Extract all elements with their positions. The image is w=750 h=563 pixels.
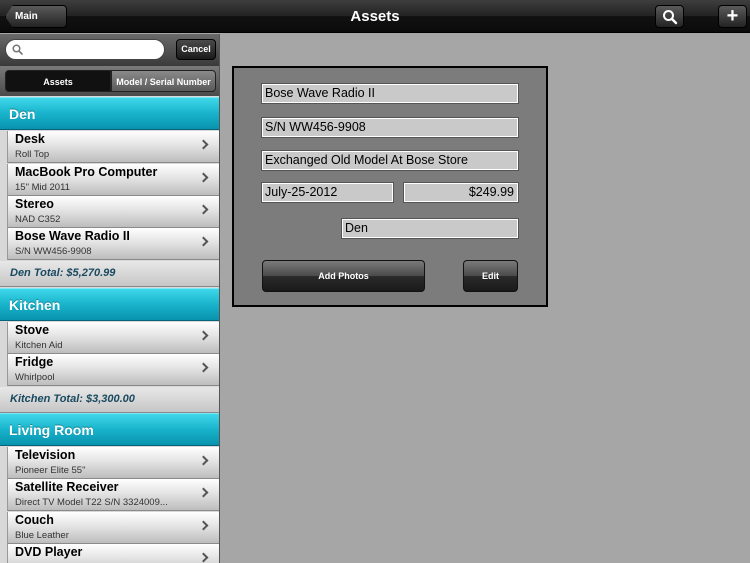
- item-title: Fridge: [15, 355, 54, 369]
- item-subtitle: Pioneer Elite 55": [15, 465, 86, 476]
- notes-field[interactable]: Exchanged Old Model At Bose Store: [261, 150, 519, 171]
- search-input[interactable]: [5, 39, 165, 60]
- item-title: Satellite Receiver: [15, 480, 119, 494]
- main-menu-back-button[interactable]: Main Menu: [5, 5, 67, 28]
- total-label: Kitchen Total: $3,300.00: [10, 393, 135, 405]
- item-subtitle: NAD C352: [15, 214, 61, 225]
- item-title: DVD Player: [15, 545, 83, 559]
- asset-detail-panel: Bose Wave Radio II S/N WW456-9908 Exchan…: [232, 66, 548, 307]
- list-item[interactable]: Couch Blue Leather: [7, 512, 219, 544]
- chevron-right-icon: [198, 330, 209, 341]
- section-header-kitchen: Kitchen: [0, 288, 219, 321]
- item-title: Television: [15, 448, 76, 462]
- asset-list-sidebar: Cancel Assets Model / Serial Number Den …: [0, 34, 220, 563]
- serial-number-field[interactable]: S/N WW456-9908: [261, 117, 519, 138]
- list-item[interactable]: Desk Roll Top: [7, 131, 219, 163]
- item-title: Bose Wave Radio II: [15, 229, 130, 243]
- item-title: Stereo: [15, 197, 54, 211]
- chevron-right-icon: [198, 520, 209, 531]
- item-title: Desk: [15, 132, 45, 146]
- chevron-right-icon: [198, 204, 209, 215]
- item-subtitle: Whirlpool: [15, 372, 55, 383]
- item-subtitle: S/N WW456-9908: [15, 246, 92, 257]
- section-header-living-room: Living Room: [0, 413, 219, 446]
- section-total-kitchen: Kitchen Total: $3,300.00: [0, 387, 219, 413]
- list-item[interactable]: Bose Wave Radio II S/N WW456-9908: [7, 228, 219, 260]
- location-field[interactable]: Den: [341, 218, 519, 239]
- item-title: Couch: [15, 513, 54, 527]
- chevron-right-icon: [198, 139, 209, 150]
- edit-button[interactable]: Edit: [463, 260, 518, 292]
- chevron-right-icon: [198, 455, 209, 466]
- add-asset-button[interactable]: +: [718, 5, 747, 28]
- list-item[interactable]: Satellite Receiver Direct TV Model T22 S…: [7, 479, 219, 511]
- item-title: MacBook Pro Computer: [15, 165, 158, 179]
- asset-name-field[interactable]: Bose Wave Radio II: [261, 83, 519, 104]
- search-bar: Cancel: [0, 34, 219, 66]
- item-subtitle: Direct TV Model T22 S/N 3324009...: [15, 497, 168, 508]
- search-icon: [662, 10, 677, 25]
- item-subtitle: Roll Top: [15, 149, 50, 160]
- purchase-date-field[interactable]: July-25-2012: [261, 182, 394, 203]
- chevron-right-icon: [198, 362, 209, 373]
- list-item[interactable]: Stereo NAD C352: [7, 196, 219, 228]
- chevron-right-icon: [198, 236, 209, 247]
- section-header-den: Den: [0, 97, 219, 130]
- chevron-right-icon: [198, 172, 209, 183]
- plus-icon: +: [726, 5, 739, 27]
- cancel-search-button[interactable]: Cancel: [176, 39, 216, 60]
- item-subtitle: Blue Leather: [15, 530, 69, 541]
- page-title: Assets: [350, 8, 400, 25]
- list-item[interactable]: Television Pioneer Elite 55": [7, 447, 219, 479]
- item-subtitle: Kitchen Aid: [15, 340, 63, 351]
- list-item[interactable]: DVD Player: [7, 544, 219, 563]
- search-button[interactable]: [655, 5, 684, 28]
- add-photos-button[interactable]: Add Photos: [262, 260, 425, 292]
- list-item[interactable]: MacBook Pro Computer 15" Mid 2011: [7, 164, 219, 196]
- chevron-right-icon: [198, 552, 209, 563]
- list-item[interactable]: Stove Kitchen Aid: [7, 322, 219, 354]
- view-segmented-control: Assets Model / Serial Number: [0, 66, 219, 96]
- segment-model-serial[interactable]: Model / Serial Number: [111, 70, 216, 92]
- item-subtitle: 15" Mid 2011: [15, 182, 70, 193]
- segment-assets[interactable]: Assets: [5, 70, 111, 92]
- list-item[interactable]: Fridge Whirlpool: [7, 354, 219, 386]
- search-field-icon: [12, 44, 23, 55]
- price-field[interactable]: $249.99: [403, 182, 519, 203]
- chevron-right-icon: [198, 487, 209, 498]
- section-total-den: Den Total: $5,270.99: [0, 261, 219, 287]
- top-nav-bar: Main Menu Assets +: [0, 0, 750, 33]
- total-label: Den Total: $5,270.99: [10, 267, 116, 279]
- item-title: Stove: [15, 323, 50, 337]
